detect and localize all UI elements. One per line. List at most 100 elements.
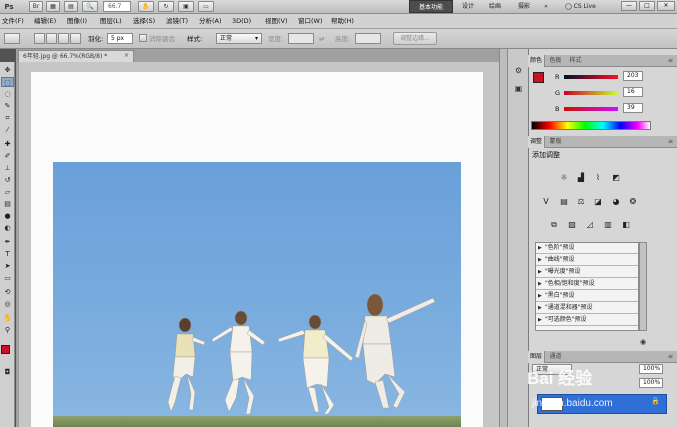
tab-layers[interactable]: 图层 (528, 351, 545, 363)
feather-input[interactable]: 5 px (107, 33, 133, 44)
workspace-painting-button[interactable]: 绘画 (483, 0, 507, 13)
levels-icon[interactable]: ▟ (575, 172, 587, 184)
eyedropper-tool-icon[interactable]: ⁄ (1, 125, 14, 135)
lasso-tool-icon[interactable]: ◌ (1, 89, 14, 99)
layers-panel-menu-icon[interactable]: ≡ (666, 351, 675, 363)
width-input[interactable] (288, 33, 314, 44)
zoom-level-field[interactable]: 66.7 (103, 1, 131, 12)
curves-icon[interactable]: ⌇ (592, 172, 604, 184)
adjust-panel-menu-icon[interactable]: ≡ (666, 136, 675, 148)
color-balance-icon[interactable]: ⚖ (575, 196, 587, 208)
menu-edit[interactable]: 编辑(E) (34, 14, 56, 29)
workspace-design-button[interactable]: 设计 (456, 0, 480, 13)
intersect-selection-icon[interactable] (70, 33, 81, 44)
style-select[interactable]: 正常 ▾ (216, 33, 262, 44)
shape-tool-icon[interactable]: ▭ (1, 273, 14, 283)
foreground-color-chip[interactable] (533, 72, 544, 83)
tab-channels[interactable]: 通道 (547, 351, 564, 363)
green-value-input[interactable]: 16 (623, 87, 643, 97)
minibridge-icon[interactable]: ▦ (46, 1, 60, 12)
path-selection-tool-icon[interactable]: ➤ (1, 261, 14, 271)
hand-tool-icon[interactable]: ✋ (138, 1, 154, 12)
photo-filter-icon[interactable]: ◕ (610, 196, 622, 208)
blur-tool-icon[interactable]: ● (1, 211, 14, 221)
new-selection-icon[interactable] (34, 33, 45, 44)
selective-color-icon[interactable]: ◧ (620, 219, 632, 231)
blue-slider[interactable] (564, 107, 618, 111)
pen-tool-icon[interactable]: ✒ (1, 237, 14, 247)
gradient-tool-icon[interactable]: ▤ (1, 199, 14, 209)
menu-3d[interactable]: 3D(D) (232, 14, 251, 29)
add-selection-icon[interactable] (46, 33, 57, 44)
workspace-essentials-button[interactable]: 基本功能 (409, 0, 453, 13)
guides-icon[interactable]: ▤ (64, 1, 78, 12)
preset-hue-saturation[interactable]: ▶ "色相/饱和度"预设 (536, 279, 638, 290)
blue-value-input[interactable]: 39 (623, 103, 643, 113)
arrange-documents-icon[interactable]: ▣ (178, 1, 194, 12)
rectangular-marquee-tool-icon[interactable]: ⬚ (1, 77, 14, 87)
dodge-tool-icon[interactable]: ◐ (1, 223, 14, 233)
invert-icon[interactable]: ⧉ (548, 219, 560, 231)
zoom-tool-icon[interactable]: ⚲ (1, 325, 14, 335)
menu-help[interactable]: 帮助(H) (331, 14, 354, 29)
red-value-input[interactable]: 203 (623, 71, 643, 81)
eraser-tool-icon[interactable]: ▱ (1, 187, 14, 197)
3d-rotate-tool-icon[interactable]: ⟲ (1, 287, 14, 297)
threshold-icon[interactable]: ◿ (584, 219, 596, 231)
preset-channel-mixer[interactable]: ▶ "通道混和器"预设 (536, 303, 638, 314)
opacity-input[interactable]: 100% (639, 364, 663, 374)
menu-filter[interactable]: 滤镜(T) (166, 14, 188, 29)
hand-tool-icon[interactable]: ✋ (1, 313, 14, 323)
preset-curves[interactable]: ▶ "曲线"预设 (536, 255, 638, 266)
document-scrollbar[interactable] (499, 49, 507, 427)
spot-healing-tool-icon[interactable]: ✚ (1, 139, 14, 149)
tab-styles[interactable]: 样式 (567, 55, 584, 67)
crop-tool-icon[interactable]: ⌗ (1, 113, 14, 123)
workspace-more-button[interactable]: » (540, 0, 552, 13)
fill-input[interactable]: 100% (639, 378, 663, 388)
hue-saturation-icon[interactable]: ▤ (558, 196, 570, 208)
exposure-icon[interactable]: ◩ (610, 172, 622, 184)
swap-dimensions-icon[interactable]: ⇄ (319, 33, 324, 45)
type-tool-icon[interactable]: T (1, 249, 14, 259)
clone-stamp-tool-icon[interactable]: ⊥ (1, 163, 14, 173)
refine-edge-button[interactable]: 调整边缘... (393, 32, 437, 45)
menu-view[interactable]: 视图(V) (265, 14, 288, 29)
history-brush-tool-icon[interactable]: ↺ (1, 175, 14, 185)
maximize-button[interactable]: □ (639, 1, 655, 11)
document-tab[interactable]: 6年轻.jpg @ 66.7%(RGB/8) * (18, 50, 134, 62)
presets-scrollbar[interactable] (639, 242, 647, 331)
actions-panel-icon[interactable]: ▣ (511, 83, 526, 95)
menu-file[interactable]: 文件(F) (2, 14, 24, 29)
channel-mixer-icon[interactable]: ❂ (627, 196, 639, 208)
green-slider[interactable] (564, 91, 618, 95)
rotate-view-icon[interactable]: ↻ (158, 1, 174, 12)
menu-image[interactable]: 图像(I) (67, 14, 87, 29)
history-panel-icon[interactable]: ⚙ (511, 65, 526, 77)
posterize-icon[interactable]: ▨ (566, 219, 578, 231)
preset-selective-color[interactable]: ▶ "可选颜色"预设 (536, 315, 638, 326)
brightness-contrast-icon[interactable]: ☼ (558, 172, 570, 184)
foreground-color-swatch[interactable] (1, 345, 10, 354)
close-document-icon[interactable]: × (124, 50, 129, 61)
gradient-map-icon[interactable]: ▥ (602, 219, 614, 231)
tab-masks[interactable]: 蒙版 (547, 136, 564, 148)
vibrance-icon[interactable]: V (540, 196, 552, 208)
menu-window[interactable]: 窗口(W) (298, 14, 323, 29)
adjust-footer-icon[interactable]: ◉ (640, 338, 646, 346)
minimize-button[interactable]: — (621, 1, 637, 11)
antialias-checkbox[interactable] (139, 34, 147, 42)
red-slider[interactable] (564, 75, 618, 79)
zoom-tool-icon[interactable]: 🔍 (82, 1, 98, 12)
black-white-icon[interactable]: ◪ (592, 196, 604, 208)
color-spectrum-ramp[interactable] (531, 121, 651, 130)
quick-mask-icon[interactable]: ◘ (1, 367, 14, 377)
3d-camera-tool-icon[interactable]: ◎ (1, 299, 14, 309)
height-input[interactable] (355, 33, 381, 44)
menu-analysis[interactable]: 分析(A) (199, 14, 222, 29)
tab-color[interactable]: 颜色 (528, 55, 545, 67)
quick-selection-tool-icon[interactable]: ✎ (1, 101, 14, 111)
preset-black-white[interactable]: ▶ "黑白"预设 (536, 291, 638, 302)
preset-levels[interactable]: ▶ "色阶"预设 (536, 243, 638, 254)
subtract-selection-icon[interactable] (58, 33, 69, 44)
